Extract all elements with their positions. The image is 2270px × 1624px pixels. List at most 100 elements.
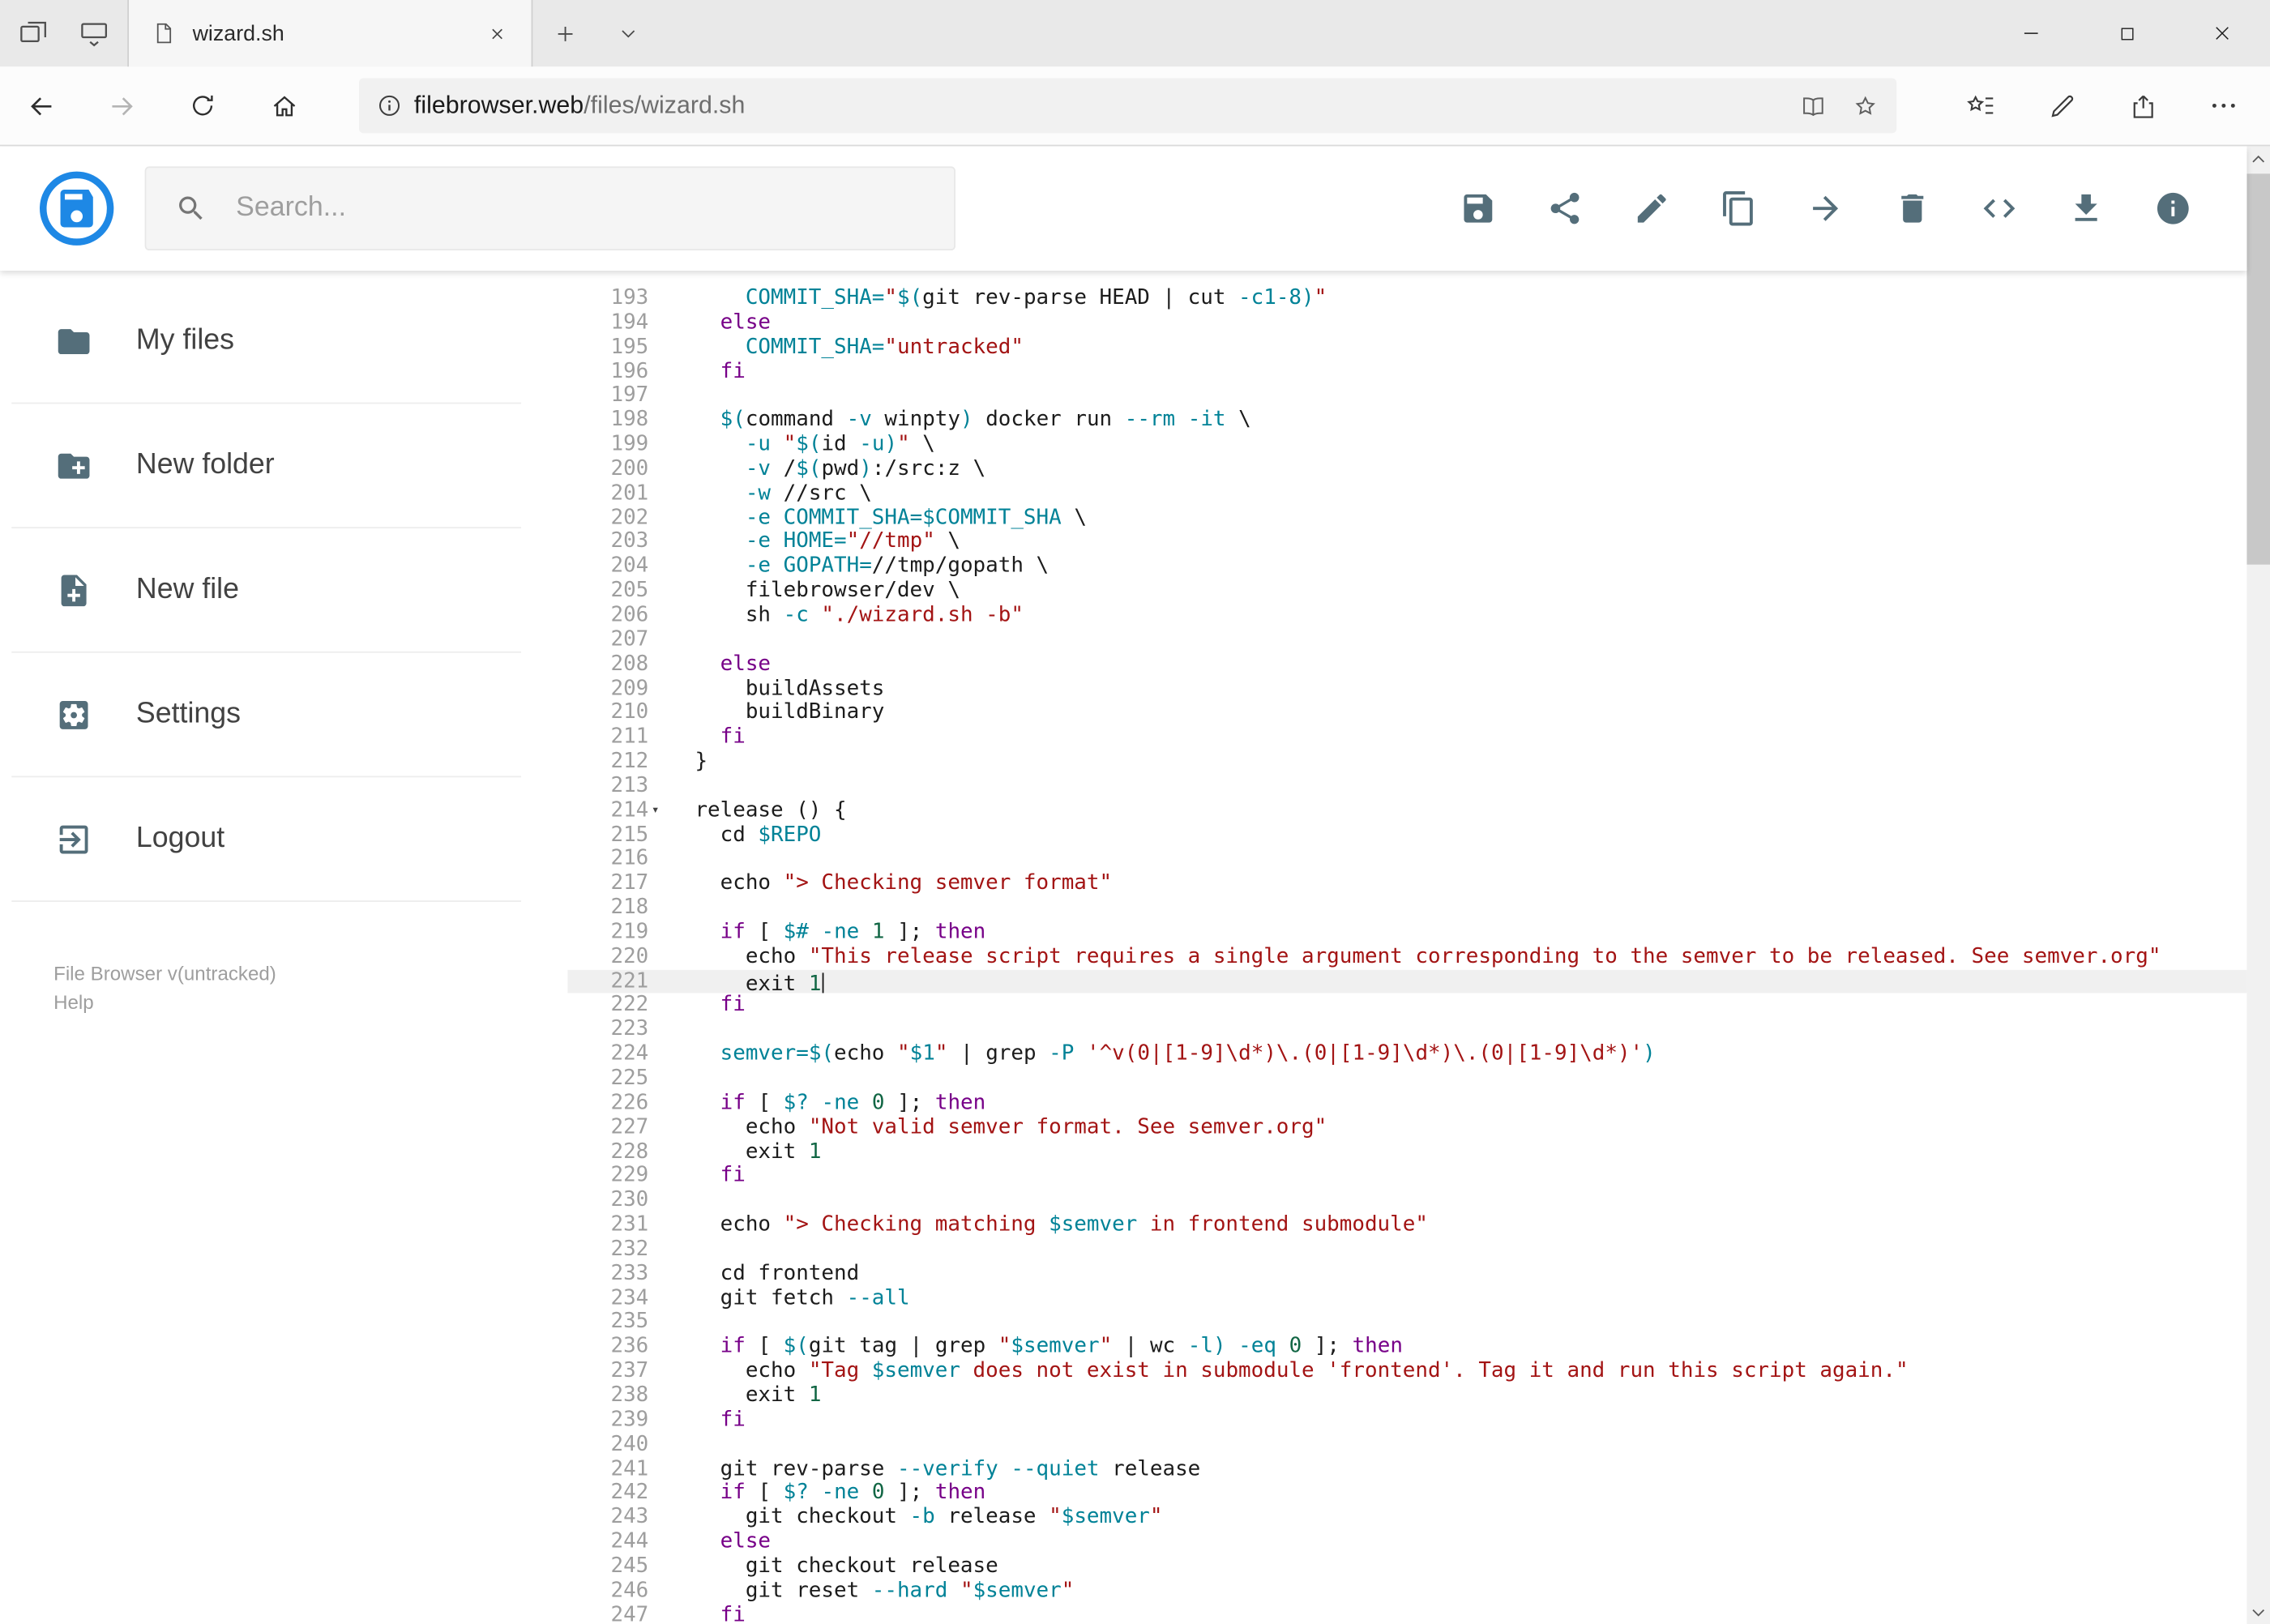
code-text[interactable]: [681, 896, 2247, 921]
code-line[interactable]: 223: [567, 1018, 2246, 1042]
code-text[interactable]: COMMIT_SHA="$(git rev-parse HEAD | cut -…: [681, 287, 2247, 311]
code-text[interactable]: release () {: [681, 799, 2247, 823]
code-text[interactable]: git fetch --all: [681, 1286, 2247, 1310]
code-line[interactable]: 216: [567, 848, 2246, 872]
code-text[interactable]: COMMIT_SHA="untracked": [681, 335, 2247, 360]
code-text[interactable]: fi: [681, 1603, 2247, 1624]
code-text[interactable]: fi: [681, 360, 2247, 384]
save-button[interactable]: [1460, 190, 1497, 227]
rename-button[interactable]: [1633, 190, 1670, 227]
page-scrollbar[interactable]: [2246, 146, 2270, 1624]
code-line[interactable]: 242 if [ $? -ne 0 ]; then: [567, 1481, 2246, 1506]
code-text[interactable]: git reset --hard "$semver": [681, 1579, 2247, 1603]
maximize-button[interactable]: [2079, 0, 2174, 66]
code-text[interactable]: [681, 1189, 2247, 1213]
code-line[interactable]: 200 -v /$(pwd):/src:z \: [567, 457, 2246, 481]
code-line[interactable]: 197: [567, 384, 2246, 408]
code-line[interactable]: 208 else: [567, 652, 2246, 677]
code-text[interactable]: buildAssets: [681, 677, 2247, 701]
tab-close-button[interactable]: [477, 13, 517, 53]
code-line[interactable]: 203 -e HOME="//tmp" \: [567, 531, 2246, 555]
code-line[interactable]: 243 git checkout -b release "$semver": [567, 1506, 2246, 1530]
code-line[interactable]: 212}: [567, 750, 2246, 774]
code-text[interactable]: -e GOPATH=//tmp/gopath \: [681, 555, 2247, 579]
code-text[interactable]: if [ $? -ne 0 ]; then: [681, 1092, 2247, 1116]
code-line[interactable]: 226 if [ $? -ne 0 ]; then: [567, 1092, 2246, 1116]
code-line[interactable]: 213: [567, 774, 2246, 798]
code-line[interactable]: 201 -w //src \: [567, 481, 2246, 506]
site-info-icon[interactable]: [365, 81, 414, 130]
share-button[interactable]: [1546, 190, 1584, 227]
code-text[interactable]: git checkout release: [681, 1554, 2247, 1579]
code-line[interactable]: 222 fi: [567, 994, 2246, 1018]
code-button[interactable]: [1981, 190, 2018, 227]
new-tab-button[interactable]: [532, 0, 596, 66]
code-line[interactable]: 240: [567, 1433, 2246, 1457]
code-line[interactable]: 205 filebrowser/dev \: [567, 579, 2246, 604]
code-line[interactable]: 220 echo "This release script requires a…: [567, 945, 2246, 969]
code-text[interactable]: $(command -v winpty) docker run --rm -it…: [681, 408, 2247, 433]
fold-marker-icon[interactable]: ▾: [652, 801, 660, 818]
code-text[interactable]: fi: [681, 994, 2247, 1018]
code-text[interactable]: else: [681, 652, 2247, 677]
code-text[interactable]: sh -c "./wizard.sh -b": [681, 604, 2247, 628]
hub-favorites-button[interactable]: [1940, 66, 2021, 144]
refresh-button[interactable]: [162, 66, 243, 144]
code-text[interactable]: [681, 1237, 2247, 1262]
code-line[interactable]: 233 cd frontend: [567, 1262, 2246, 1286]
code-line[interactable]: 234 git fetch --all: [567, 1286, 2246, 1310]
code-text[interactable]: git checkout -b release "$semver": [681, 1506, 2247, 1530]
code-line[interactable]: 247 fi: [567, 1603, 2246, 1624]
code-text[interactable]: else: [681, 311, 2247, 335]
code-text[interactable]: [681, 1310, 2247, 1335]
code-text[interactable]: if [ $(git tag | grep "$semver" | wc -l)…: [681, 1336, 2247, 1360]
code-text[interactable]: echo "Tag $semver does not exist in subm…: [681, 1360, 2247, 1384]
code-text[interactable]: [681, 384, 2247, 408]
code-text[interactable]: fi: [681, 725, 2247, 750]
code-line[interactable]: 225: [567, 1067, 2246, 1092]
code-text[interactable]: exit 1: [681, 969, 2247, 994]
code-text[interactable]: [681, 774, 2247, 798]
code-line[interactable]: 237 echo "Tag $semver does not exist in …: [567, 1360, 2246, 1384]
sidebar-item-settings[interactable]: Settings: [0, 653, 567, 776]
code-line[interactable]: 214 ▾ release () {: [567, 799, 2246, 823]
code-line[interactable]: 246 git reset --hard "$semver": [567, 1579, 2246, 1603]
code-text[interactable]: filebrowser/dev \: [681, 579, 2247, 604]
code-text[interactable]: echo "Not valid semver format. See semve…: [681, 1116, 2247, 1140]
code-text[interactable]: git rev-parse --verify --quiet release: [681, 1457, 2247, 1481]
code-line[interactable]: 227 echo "Not valid semver format. See s…: [567, 1116, 2246, 1140]
code-text[interactable]: echo "> Checking semver format": [681, 872, 2247, 896]
code-line[interactable]: 231 echo "> Checking matching $semver in…: [567, 1213, 2246, 1237]
forward-button[interactable]: [81, 66, 162, 144]
code-line[interactable]: 198 $(command -v winpty) docker run --rm…: [567, 408, 2246, 433]
code-line[interactable]: 230: [567, 1189, 2246, 1213]
close-window-button[interactable]: [2174, 0, 2270, 66]
code-line[interactable]: 228 exit 1: [567, 1140, 2246, 1165]
reading-view-button[interactable]: [1786, 81, 1838, 130]
sidebar-item-new-folder[interactable]: New folder: [0, 404, 567, 527]
code-line[interactable]: 215 cd $REPO: [567, 823, 2246, 848]
search-input[interactable]: [233, 190, 926, 226]
code-line[interactable]: 241 git rev-parse --verify --quiet relea…: [567, 1457, 2246, 1481]
code-line[interactable]: 221 exit 1: [567, 969, 2247, 994]
code-text[interactable]: [681, 1018, 2247, 1042]
address-bar[interactable]: filebrowser.web/files/wizard.sh: [359, 78, 1897, 134]
code-line[interactable]: 239 fi: [567, 1408, 2246, 1433]
url-text[interactable]: filebrowser.web/files/wizard.sh: [414, 92, 1786, 121]
scroll-up-arrow-icon[interactable]: [2246, 146, 2270, 170]
code-text[interactable]: -v /$(pwd):/src:z \: [681, 457, 2247, 481]
sidebar-item-my-files[interactable]: My files: [0, 280, 567, 403]
code-line[interactable]: 236 if [ $(git tag | grep "$semver" | wc…: [567, 1336, 2246, 1360]
copy-button[interactable]: [1720, 190, 1757, 227]
filebrowser-logo[interactable]: [39, 171, 114, 246]
code-text[interactable]: [681, 628, 2247, 652]
code-text[interactable]: -u "$(id -u)" \: [681, 433, 2247, 457]
tab-list-dropdown-icon[interactable]: [596, 0, 660, 66]
code-line[interactable]: 219 if [ $# -ne 1 ]; then: [567, 921, 2246, 945]
code-text[interactable]: cd frontend: [681, 1262, 2247, 1286]
code-line[interactable]: 195 COMMIT_SHA="untracked": [567, 335, 2246, 360]
back-button[interactable]: [0, 66, 81, 144]
download-button[interactable]: [2067, 190, 2105, 227]
code-line[interactable]: 207: [567, 628, 2246, 652]
code-line[interactable]: 217 echo "> Checking semver format": [567, 872, 2246, 896]
